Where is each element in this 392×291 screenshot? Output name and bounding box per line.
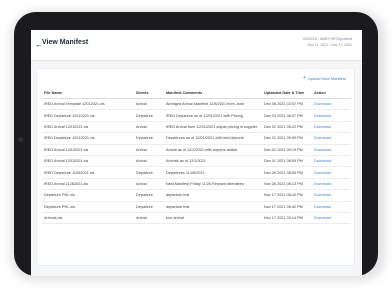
sheets-cell: Departure — [134, 189, 164, 202]
meta-line-1: 03/02/26 - AMEX HRTDprofbird — [303, 37, 352, 41]
table-row: IRED Arrival 12012021.xls Arrival Arrivals… — [42, 155, 350, 168]
file-name-cell: IRED Arrival 12012021.xls — [42, 121, 134, 134]
page-header: ← View Manifest 03/02/26 - AMEX HRTDprof… — [31, 30, 362, 61]
file-name-cell: IRED Departure 12012021.xls — [42, 109, 134, 122]
comments-cell: IRED Departure as of 12/01/2021 with Pri… — [164, 109, 262, 122]
table-row: IRED Arrival 12012021.xls Arrival Arrival … — [42, 144, 350, 156]
manifest-card: + Upload New Manifest File Name Sheets Man… — [36, 68, 355, 266]
uploaded-date-cell: Dec 01 2021 08:59 PM — [262, 155, 312, 168]
sheets-cell: Departure — [134, 166, 164, 179]
upload-label: Upload New Manifest — [307, 75, 346, 81]
file-name-cell: IRED Departure 11262021.xls — [42, 166, 134, 179]
uploaded-date-cell: Dec 08 2021 02:57 PM — [262, 98, 312, 111]
download-link[interactable]: Download — [312, 98, 350, 111]
comments-cell: Arrival as of 12/1/2021 with airports ad… — [164, 144, 262, 156]
table-row: IRED Departure 12012021.xls Departure Depa… — [42, 132, 350, 145]
col-manifest-comments-header: Manifest Comments — [164, 88, 262, 99]
uploaded-date-cell: Nov 26 2021 08:13 PM — [262, 178, 312, 191]
download-link[interactable]: Download — [312, 121, 350, 134]
sheets-cell: Departure — [134, 109, 164, 122]
sheets-cell: Arrival — [134, 212, 164, 225]
uploaded-date-cell: Nov 17 2021 06:42 PM — [262, 201, 312, 213]
sheets-cell: Departure — [134, 201, 164, 213]
main-content: + Upload New Manifest File Name Sheets Man… — [31, 61, 362, 276]
file-name-cell: IRED Arrival Template 12012021.xls — [42, 98, 134, 111]
comments-cell: Departures as of 12/01/2021 with new air… — [164, 132, 262, 145]
table-row: IRED Arrival 12012021.xls Arrival IRED Arr… — [42, 121, 350, 134]
table-row: Departure PHL.xls Departure departure test… — [42, 189, 350, 202]
table-header-row: File Name Sheets Manifest Comments Uploaded… — [42, 88, 350, 99]
file-name-cell: IRED Departure 12012021.xls — [42, 132, 134, 145]
col-action-header: Action — [312, 88, 350, 99]
page-title: View Manifest — [42, 39, 89, 46]
manifest-table: File Name Sheets Manifest Comments Uploaded… — [42, 88, 350, 225]
download-link[interactable]: Download — [312, 201, 350, 213]
uploaded-date-cell: Nov 26 2021 08:55 PM — [262, 166, 312, 179]
comments-cell: IRED Arrival from 12/01/2021 adjust pric… — [164, 121, 262, 134]
download-link[interactable]: Download — [312, 144, 350, 156]
upload-new-manifest-button[interactable]: + Upload New Manifest — [303, 75, 346, 81]
comments-cell: departure test — [164, 189, 262, 202]
meta-line-2: Dec 11, 2021 - Dec 17, 2021 — [307, 42, 353, 47]
file-name-cell: Arrivals.xls — [42, 212, 134, 225]
camera-dot — [18, 137, 23, 142]
download-link[interactable]: Download — [312, 155, 350, 168]
sheets-cell: Arrival — [134, 98, 164, 111]
sheets-cell: Arrival — [134, 178, 164, 191]
header-meta: 03/02/26 - AMEX HRTDprofbird Dec 11, 202… — [303, 37, 352, 48]
comments-cell: Nest Manifest Friday 11/26 Replace atten… — [164, 178, 262, 191]
sheets-cell: Departure — [134, 132, 164, 145]
app-screen: ← View Manifest 03/02/26 - AMEX HRTDprof… — [31, 30, 362, 276]
sheets-cell: Arrival — [134, 121, 164, 134]
file-name-cell: IRED Arrival 12012021.xls — [42, 144, 134, 156]
sheets-cell: Arrival — [134, 144, 164, 156]
uploaded-date-cell: Dec 02 2021 06:22 PM — [262, 121, 312, 134]
uploaded-date-cell: Dec 03 2021 06:07 PM — [262, 109, 312, 122]
comments-cell: departure test — [164, 201, 262, 213]
col-sheets-header: Sheets — [134, 88, 164, 99]
comments-cell: tom arrival — [164, 212, 262, 225]
uploaded-date-cell: Dec 01 2021 09:19 PM — [262, 144, 312, 156]
table-body: IRED Arrival Template 12012021.xls Arriva… — [42, 98, 350, 225]
comments-cell: Arrivals as of 12/1/2021 — [164, 155, 262, 168]
download-link[interactable]: Download — [312, 189, 350, 202]
comments-cell: Abridged Arrival Manifest 12/8/2021 from… — [164, 98, 262, 111]
table-row: IRED Arrival Template 12012021.xls Arriva… — [42, 98, 350, 111]
tablet-frame: ← View Manifest 03/02/26 - AMEX HRTDprof… — [14, 12, 378, 276]
file-name-cell: Departure PHL.xls — [42, 201, 134, 213]
table-row: IRED Departure 11262021.xls Departure Depa… — [42, 166, 350, 179]
sheets-cell: Arrival — [134, 155, 164, 168]
uploaded-date-cell: Nov 17 2021 03:14 PM — [262, 212, 312, 225]
table-row: IRED Arrival 11262021.xls Arrival Nest Man… — [42, 178, 350, 191]
download-link[interactable]: Download — [312, 132, 350, 145]
col-uploaded-date-header: Uploaded Date & Time — [262, 88, 312, 99]
download-link[interactable]: Download — [312, 109, 350, 122]
uploaded-date-cell: Nov 17 2021 06:42 PM — [262, 189, 312, 202]
table-row: IRED Departure 12012021.xls Departure IRED… — [42, 109, 350, 122]
uploaded-date-cell: Dec 01 2021 09:59 PM — [262, 132, 312, 145]
table-row: Departure PHL.xls Departure departure test… — [42, 201, 350, 213]
col-file-name-header: File Name — [42, 88, 134, 99]
download-link[interactable]: Download — [312, 166, 350, 179]
comments-cell: Departures 11/26/2021 — [164, 166, 262, 179]
upload-icon: + — [303, 75, 306, 81]
table-row: Arrivals.xls Arrival tom arrival Nov 17 202… — [42, 212, 350, 225]
file-name-cell: IRED Arrival 11262021.xls — [42, 178, 134, 191]
download-link[interactable]: Download — [312, 178, 350, 191]
file-name-cell: IRED Arrival 12012021.xls — [42, 155, 134, 168]
download-link[interactable]: Download — [312, 212, 350, 225]
file-name-cell: Departure PHL.xls — [42, 189, 134, 202]
